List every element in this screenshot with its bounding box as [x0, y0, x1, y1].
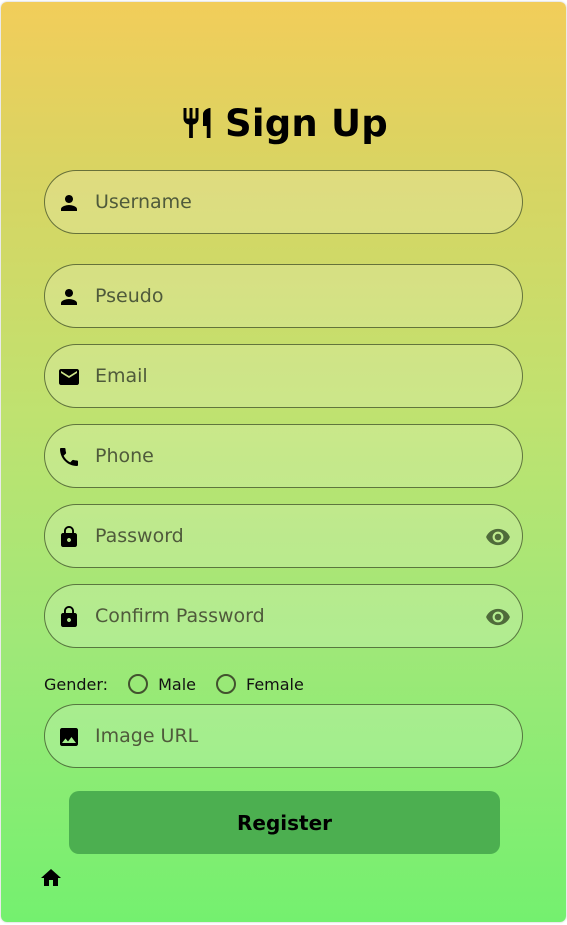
- username-field[interactable]: [44, 170, 523, 234]
- page-title: Sign Up: [1, 97, 566, 149]
- gender-label: Gender:: [44, 674, 109, 694]
- register-button[interactable]: Register: [69, 791, 500, 854]
- password-field[interactable]: [44, 504, 523, 568]
- image-url-input[interactable]: [95, 705, 475, 767]
- image-url-field[interactable]: [44, 704, 523, 768]
- lock-icon: [61, 526, 77, 547]
- mail-icon: [59, 369, 79, 385]
- title-text: Sign Up: [225, 101, 388, 145]
- home-icon[interactable]: [38, 866, 64, 890]
- male-radio[interactable]: [128, 674, 149, 694]
- gender-row: Gender: Male Female: [44, 670, 324, 698]
- password-input[interactable]: [95, 505, 475, 567]
- gender-option-male[interactable]: Male: [128, 674, 196, 694]
- female-radio[interactable]: [215, 674, 236, 694]
- lock-icon: [61, 606, 77, 627]
- person-icon: [61, 289, 77, 305]
- eye-icon[interactable]: [484, 604, 512, 630]
- female-label: Female: [245, 674, 304, 694]
- gender-option-female[interactable]: Female: [215, 674, 304, 694]
- person-icon: [61, 195, 77, 211]
- confirm-password-field[interactable]: [44, 584, 523, 648]
- male-label: Male: [158, 674, 196, 694]
- username-input[interactable]: [95, 171, 475, 233]
- image-icon: [60, 728, 78, 746]
- email-field[interactable]: [44, 344, 523, 408]
- confirm-password-input[interactable]: [95, 585, 475, 647]
- phone-input[interactable]: [95, 425, 475, 487]
- restaurant-icon: [183, 108, 211, 138]
- signup-card: Sign Up Username Pseudo Email Phone Gend…: [1, 2, 566, 922]
- email-input[interactable]: [95, 345, 475, 407]
- pseudo-input[interactable]: [95, 265, 475, 327]
- phone-icon: [60, 448, 78, 466]
- pseudo-field[interactable]: [44, 264, 523, 328]
- phone-field[interactable]: [44, 424, 523, 488]
- eye-icon[interactable]: [484, 524, 512, 550]
